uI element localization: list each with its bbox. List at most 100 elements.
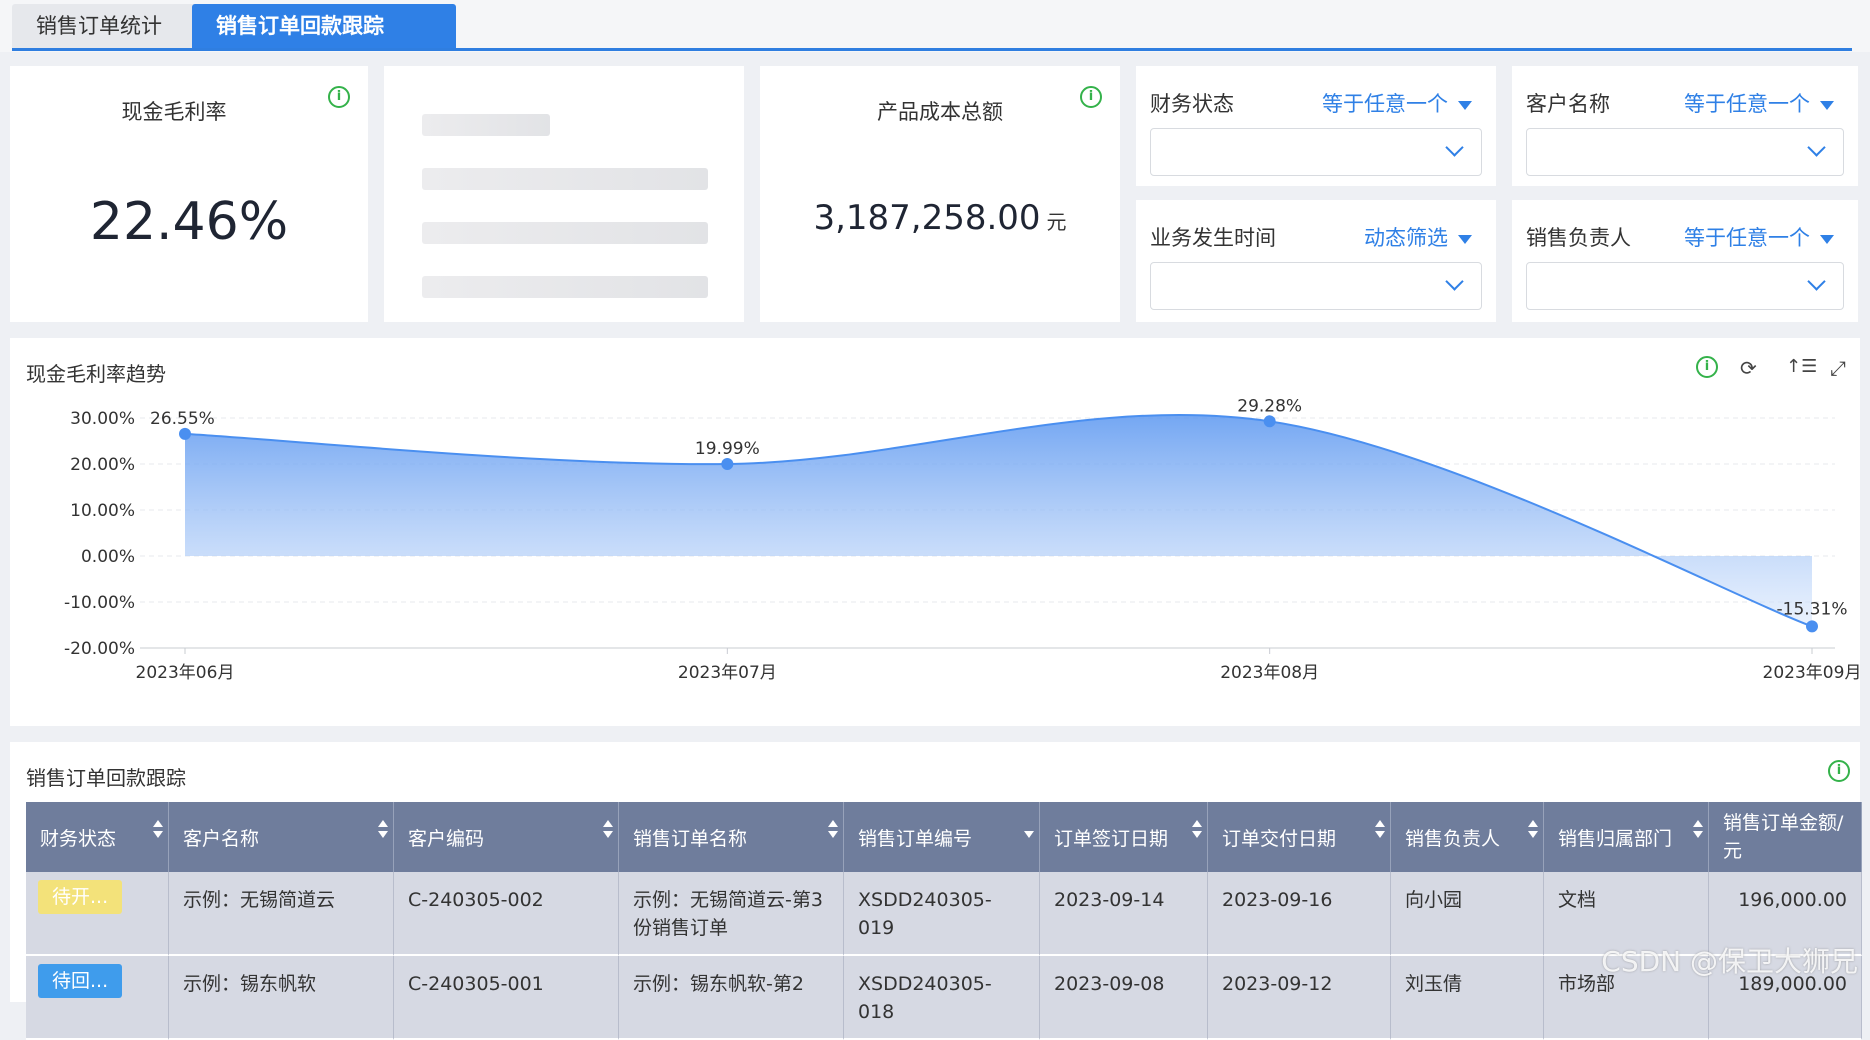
filter-label: 业务发生时间 [1150, 226, 1276, 250]
column-header-label: 客户编码 [408, 827, 485, 850]
data-label: -15.31% [1777, 599, 1848, 619]
y-tick-label: -20.00% [64, 639, 135, 659]
caret-down-icon [1820, 100, 1834, 110]
data-point [1263, 415, 1276, 428]
watermark: CSDN @保卫大狮兄 [1601, 945, 1858, 978]
status-badge: 待开... [38, 880, 123, 914]
filter-mode-dropdown[interactable]: 等于任意一个 [1684, 88, 1834, 118]
tab-underline [12, 48, 1852, 51]
column-header-label: 财务状态 [40, 827, 117, 850]
table-card: 销售订单回款跟踪 i 财务状态 客户名称 客户编码 销售订单名称 销售订单编号 订单签订日… [10, 742, 1862, 1040]
caret-down-icon [1458, 234, 1472, 244]
filter-mode-dropdown[interactable]: 动态筛选 [1364, 222, 1472, 252]
cell-text: 文档 [1558, 889, 1597, 911]
chevron-down-icon [1807, 138, 1826, 157]
data-label: 26.55% [150, 409, 215, 429]
column-header[interactable]: 订单签订日期 [1040, 802, 1208, 872]
info-icon[interactable]: i [1080, 86, 1102, 108]
x-tick-label: 2023年08月 [1220, 663, 1319, 683]
y-tick-label: 10.00% [70, 501, 135, 521]
filter-select[interactable] [1526, 128, 1844, 176]
column-header[interactable]: 客户名称 [169, 802, 394, 872]
cell-text: 示例：锡东帆软-第2 [633, 973, 804, 995]
filter-select[interactable] [1526, 262, 1844, 310]
column-header[interactable]: 订单交付日期 [1208, 802, 1391, 872]
table-header-row: 财务状态 客户名称 客户编码 销售订单名称 销售订单编号 订单签订日期 订单交付日期 销售负责… [26, 802, 1862, 872]
cell-text: 向小园 [1405, 889, 1463, 911]
skeleton-bar [422, 168, 708, 190]
metric-value: 22.46% [89, 192, 289, 252]
tab-sales-order-payment-tracking[interactable]: 销售订单回款跟踪 [192, 4, 456, 50]
chart-plot: 30.00%20.00%10.00%0.00%-10.00%-20.00%202… [64, 396, 1860, 683]
info-icon[interactable]: i [328, 86, 350, 108]
column-header-label: 订单交付日期 [1222, 827, 1337, 850]
column-header[interactable]: 客户编码 [394, 802, 619, 872]
filter-label: 财务状态 [1150, 92, 1234, 116]
y-tick-label: 30.00% [70, 409, 135, 429]
skeleton-bar [422, 276, 708, 298]
metric-title: 现金毛利率 [121, 100, 227, 124]
table-cell: 示例：锡东帆软 [169, 956, 394, 1040]
filter-sales-owner: 销售负责人 等于任意一个 [1512, 200, 1858, 322]
column-header[interactable]: 财务状态 [26, 802, 169, 872]
column-header-label: 销售订单编号 [858, 827, 973, 850]
table-cell: C-240305-002 [394, 872, 619, 956]
tab-bar: 销售订单统计 销售订单回款跟踪 [0, 0, 1870, 52]
cell-text: XSDD240305-019 [858, 889, 992, 939]
y-tick-label: 0.00% [81, 547, 135, 567]
column-header-label: 销售订单金额/元 [1723, 812, 1844, 862]
data-label: 19.99% [695, 439, 760, 459]
column-header[interactable]: 销售订单编号 [844, 802, 1040, 872]
table-cell: 2023-09-08 [1040, 956, 1208, 1040]
filter-mode-label: 等于任意一个 [1322, 92, 1448, 116]
x-tick-label: 2023年09月 [1763, 663, 1860, 683]
status-badge: 待回... [38, 964, 123, 998]
filter-select[interactable] [1150, 128, 1482, 176]
skeleton-bar [422, 114, 550, 136]
table-cell: XSDD240305-019 [844, 872, 1040, 956]
cell-text: C-240305-001 [408, 973, 544, 995]
column-header[interactable]: 销售负责人 [1391, 802, 1544, 872]
filter-mode-dropdown[interactable]: 等于任意一个 [1684, 222, 1834, 252]
filter-mode-label: 等于任意一个 [1684, 92, 1810, 116]
filter-select[interactable] [1150, 262, 1482, 310]
metric-title: 产品成本总额 [877, 100, 1003, 124]
info-icon[interactable]: i [1828, 760, 1850, 782]
filter-mode-dropdown[interactable]: 等于任意一个 [1322, 88, 1472, 118]
column-header[interactable]: 销售订单名称 [619, 802, 844, 872]
column-header-label: 订单签订日期 [1054, 827, 1169, 850]
table-cell: 2023-09-14 [1040, 872, 1208, 956]
column-header-label: 销售订单名称 [633, 827, 748, 850]
table-row[interactable]: 待开... 示例：无锡简道云 C-240305-002 示例：无锡简道云-第3份销售订… [26, 872, 1862, 956]
column-header-label: 销售归属部门 [1558, 827, 1673, 850]
cell-text: XSDD240305-018 [858, 973, 992, 1023]
caret-down-icon [1458, 100, 1472, 110]
metric-value-wrap: 3,187,258.00 元 [760, 198, 1120, 238]
chevron-down-icon [1445, 272, 1464, 291]
cell-text: 2023-09-14 [1054, 889, 1165, 911]
table-row[interactable]: 待回... 示例：锡东帆软 C-240305-001 示例：锡东帆软-第2 XSDD24… [26, 956, 1862, 1040]
data-point [1806, 620, 1818, 633]
data-point [721, 458, 734, 471]
table-cell: 示例：无锡简道云 [169, 872, 394, 956]
metric-value: 3,187,258.00 [813, 198, 1041, 238]
chart-card: 现金毛利率趋势 i ⟳ ↑☰ ⤢ 30.00% 20.00% 10.00% 0.00%… [10, 338, 1860, 726]
column-header[interactable]: 销售归属部门 [1544, 802, 1709, 872]
table-cell: 待回... [26, 956, 169, 1040]
column-header-label: 客户名称 [183, 827, 260, 850]
loading-card [384, 66, 744, 322]
table-cell: 2023-09-12 [1208, 956, 1391, 1040]
filter-label: 客户名称 [1526, 92, 1610, 116]
data-point [179, 427, 191, 440]
caret-down-icon [1820, 234, 1834, 244]
column-header[interactable]: 销售订单金额/元 [1709, 802, 1862, 872]
metric-unit: 元 [1046, 210, 1067, 234]
table-title: 销售订单回款跟踪 [26, 766, 186, 790]
table-cell: 刘玉倩 [1391, 956, 1544, 1040]
cell-text: 刘玉倩 [1405, 973, 1463, 995]
column-header-label: 销售负责人 [1405, 827, 1501, 850]
cell-text: 196,000.00 [1738, 889, 1847, 911]
chevron-down-icon [1445, 138, 1464, 157]
filter-mode-label: 等于任意一个 [1684, 226, 1810, 250]
table-cell: XSDD240305-018 [844, 956, 1040, 1040]
